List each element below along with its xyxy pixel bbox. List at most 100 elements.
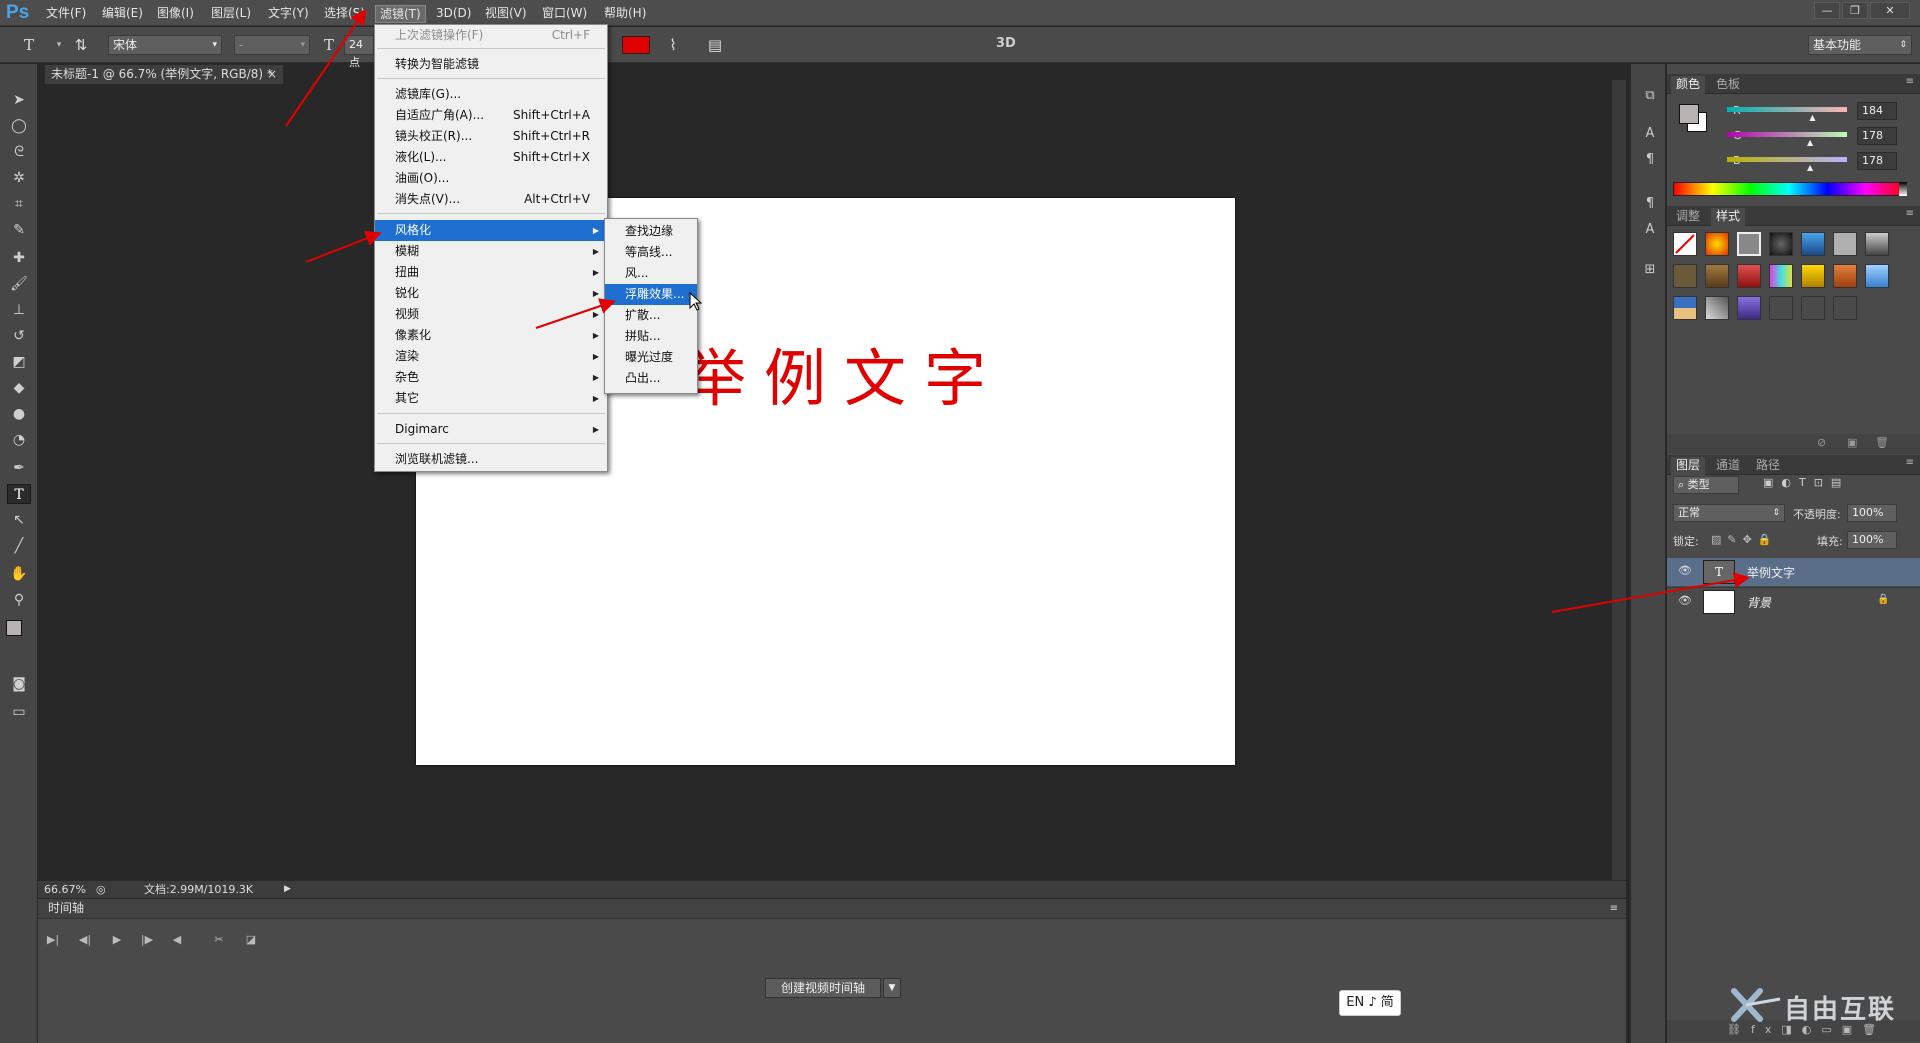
magic-wand-tool-icon[interactable]: ✲ [7, 168, 31, 188]
document-tab[interactable]: 未标题-1 @ 66.7% (举例文字, RGB/8) * × [44, 64, 284, 84]
close-button[interactable]: ✕ [1870, 2, 1910, 19]
menu-view[interactable]: 视图(V) [481, 5, 531, 23]
crop-tool-icon[interactable]: ⌗ [7, 194, 31, 214]
status-menu-arrow-icon[interactable]: ▶ [284, 881, 291, 898]
history-icon[interactable]: ⧉ [1640, 86, 1660, 106]
new-style-icon[interactable]: ▣ [1847, 436, 1857, 449]
style-swatch[interactable] [1705, 264, 1729, 288]
layer-filter-icons[interactable]: ▣◐T⊡▤ [1763, 476, 1849, 489]
paragraph-icon[interactable]: ¶ [1640, 150, 1660, 170]
next-frame-icon[interactable]: |▶ [138, 933, 156, 949]
style-swatch[interactable] [1833, 232, 1857, 256]
eraser-tool-icon[interactable]: ◩ [7, 352, 31, 372]
menu-item-browse-online-filters[interactable]: 浏览联机滤镜... [375, 449, 607, 470]
menu-file[interactable]: 文件(F) [42, 5, 90, 23]
style-swatch[interactable] [1801, 296, 1825, 320]
color-spectrum-bar[interactable] [1673, 182, 1905, 196]
menu-item-extrude[interactable]: 凸出... [605, 368, 697, 389]
channel-b-slider[interactable] [1727, 157, 1847, 162]
channel-g-value[interactable]: 178 [1857, 127, 1897, 145]
black-white-ramp[interactable] [1899, 182, 1907, 196]
foreground-color-swatch[interactable] [6, 620, 22, 636]
menu-item-lens-correction[interactable]: 镜头校正(R)... Shift+Ctrl+R [375, 126, 607, 147]
channel-r-slider[interactable] [1727, 107, 1847, 112]
menu-select[interactable]: 选择(S) [320, 5, 369, 23]
panel-menu-icon[interactable]: ≡ [1906, 76, 1914, 87]
audio-icon[interactable]: ◀ [168, 933, 186, 949]
paragraph-styles-icon[interactable]: ¶ [1640, 194, 1660, 214]
character-styles-icon[interactable]: A [1640, 220, 1660, 240]
panel-menu-icon[interactable]: ≡ [1906, 457, 1914, 468]
menu-item-distort[interactable]: 扭曲 ▶ [375, 262, 607, 283]
font-family-select[interactable]: 宋体 ▾ [108, 35, 222, 55]
previous-frame-icon[interactable]: ◀| [76, 933, 94, 949]
path-selection-tool-icon[interactable]: ↖ [7, 510, 31, 530]
go-to-first-frame-icon[interactable]: ▶| [44, 933, 62, 949]
menu-filter[interactable]: 滤镜(T) [375, 5, 426, 23]
style-swatch[interactable] [1769, 296, 1793, 320]
play-icon[interactable]: ▶ [108, 933, 126, 949]
menu-item-diffuse[interactable]: 扩散... [605, 305, 697, 326]
history-brush-tool-icon[interactable]: ↺ [7, 326, 31, 346]
style-swatch[interactable] [1737, 232, 1761, 256]
menu-item-last-filter[interactable]: 上次滤镜操作(F) Ctrl+F [375, 25, 607, 46]
foreground-color-swatch[interactable] [1679, 104, 1699, 124]
type-tool-icon[interactable]: T [7, 484, 31, 504]
menu-item-blur[interactable]: 模糊 ▶ [375, 241, 607, 262]
style-swatch[interactable] [1833, 296, 1857, 320]
channel-g-slider[interactable] [1727, 132, 1847, 137]
properties-icon[interactable]: ⊞ [1640, 260, 1660, 280]
toggle-orientation-icon[interactable]: ⇅ [70, 34, 92, 56]
timeline-title[interactable]: 时间轴 [48, 901, 84, 915]
quick-mask-icon[interactable]: ◙ [7, 674, 31, 694]
layer-row-text[interactable]: 👁 T 举例文字 [1667, 558, 1920, 586]
warp-text-icon[interactable]: ⌇ [662, 34, 684, 56]
character-panel-icon[interactable]: ▤ [704, 34, 726, 56]
eye-icon[interactable]: 👁 [1677, 594, 1693, 608]
menu-item-video[interactable]: 视频 ▶ [375, 304, 607, 325]
menu-item-convert-smart-filter[interactable]: 转换为智能滤镜 [375, 54, 607, 75]
menu-item-vanishing-point[interactable]: 消失点(V)... Alt+Ctrl+V [375, 189, 607, 210]
tab-layers[interactable]: 图层 [1671, 457, 1706, 475]
panel-menu-icon[interactable]: ≡ [1906, 208, 1914, 219]
layer-name[interactable]: 举例文字 [1747, 564, 1795, 581]
tab-paths[interactable]: 路径 [1751, 457, 1785, 475]
menu-help[interactable]: 帮助(H) [600, 5, 650, 23]
panel-menu-icon[interactable]: ≡ [1610, 899, 1618, 918]
menu-item-pixelate[interactable]: 像素化 ▶ [375, 325, 607, 346]
dodge-tool-icon[interactable]: ◔ [7, 430, 31, 450]
channel-b-value[interactable]: 178 [1857, 152, 1897, 170]
lasso-tool-icon[interactable]: ᘓ [7, 142, 31, 162]
style-swatch[interactable] [1705, 232, 1729, 256]
menu-item-other[interactable]: 其它 ▶ [375, 388, 607, 409]
type-tool-preset-icon[interactable]: T [18, 34, 40, 56]
menu-item-contour[interactable]: 等高线... [605, 242, 697, 263]
font-style-select[interactable]: - ▾ [234, 35, 310, 55]
channel-r-value[interactable]: 184 [1857, 102, 1897, 120]
menu-item-noise[interactable]: 杂色 ▶ [375, 367, 607, 388]
menu-layer[interactable]: 图层(L) [207, 5, 255, 23]
blur-tool-icon[interactable]: ● [7, 404, 31, 424]
style-swatch[interactable] [1673, 264, 1697, 288]
workspace-select[interactable]: 基本功能 ⇕ [1808, 35, 1912, 55]
menu-edit[interactable]: 编辑(E) [98, 5, 147, 23]
canvas-text-layer[interactable]: 举例文字 [684, 328, 1004, 418]
healing-brush-tool-icon[interactable]: ✚ [7, 248, 31, 268]
style-swatch[interactable] [1769, 264, 1793, 288]
menu-item-wind[interactable]: 风... [605, 263, 697, 284]
style-swatch[interactable] [1769, 232, 1793, 256]
menu-window[interactable]: 窗口(W) [538, 5, 591, 23]
tab-swatches[interactable]: 色板 [1711, 76, 1745, 94]
text-color-swatch[interactable] [622, 36, 650, 54]
transition-icon[interactable]: ◪ [242, 933, 260, 949]
3d-mode-label[interactable]: 3D [996, 36, 1016, 51]
menu-item-tiles[interactable]: 拼贴... [605, 326, 697, 347]
menu-item-sharpen[interactable]: 锐化 ▶ [375, 283, 607, 304]
hand-tool-icon[interactable]: ✋ [7, 564, 31, 584]
style-swatch[interactable] [1801, 264, 1825, 288]
vertical-scrollbar[interactable] [1612, 80, 1626, 880]
slider-thumb-icon[interactable]: ▲ [1807, 138, 1813, 147]
close-icon[interactable]: × [267, 65, 277, 83]
slider-thumb-icon[interactable]: ▲ [1809, 113, 1815, 122]
fill-input[interactable]: 100% [1847, 531, 1897, 549]
